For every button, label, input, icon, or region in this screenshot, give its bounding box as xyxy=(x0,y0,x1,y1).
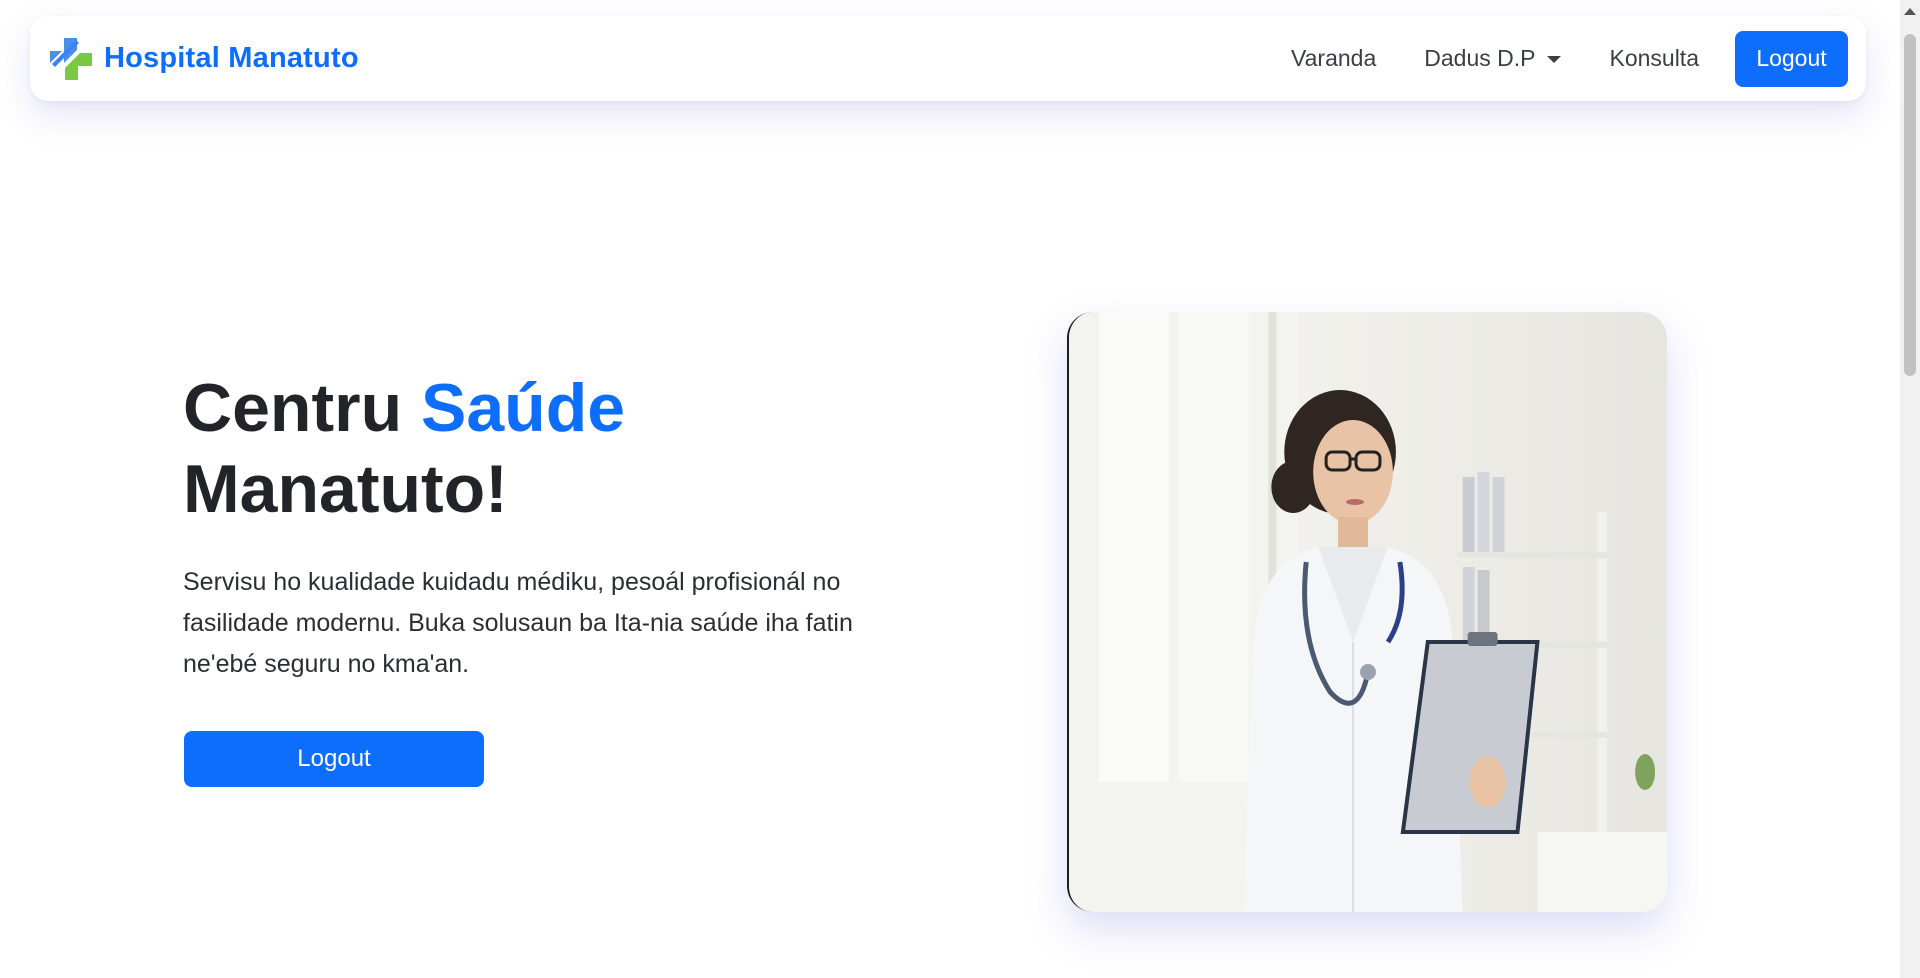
hero-title: Centru Saúde Manatuto! xyxy=(183,368,625,530)
hero-title-part2: Manatuto! xyxy=(183,451,508,527)
nav-dropdown-label: Dadus D.P xyxy=(1424,45,1536,71)
scroll-up-arrow-icon[interactable] xyxy=(1904,8,1916,15)
hero-title-part1: Centru xyxy=(183,370,421,446)
nav-logout-button[interactable]: Logout xyxy=(1735,30,1848,87)
nav-link-konsulta[interactable]: Konsulta xyxy=(1609,45,1699,72)
navbar: Hospital Manatuto Varanda Dadus D.P Kons… xyxy=(30,16,1866,101)
doctor-illustration xyxy=(1069,312,1667,912)
page-scrollbar[interactable] xyxy=(1900,0,1920,978)
scroll-thumb[interactable] xyxy=(1904,34,1916,376)
brand-link[interactable]: Hospital Manatuto xyxy=(48,36,359,82)
nav-dropdown-dadus-dp[interactable]: Dadus D.P xyxy=(1424,45,1562,72)
caret-down-icon xyxy=(1547,56,1562,63)
nav-link-varanda[interactable]: Varanda xyxy=(1291,45,1376,72)
medical-cross-logo-icon xyxy=(50,37,92,80)
doctor-photo xyxy=(1067,312,1667,912)
hero-description: Servisu ho kualidade kuidadu médiku, pes… xyxy=(183,568,853,678)
nav-links: Varanda Dadus D.P Konsulta Logout xyxy=(1291,30,1848,87)
hero-title-accent: Saúde xyxy=(421,370,626,446)
brand-name: Hospital Manatuto xyxy=(104,42,359,74)
hero-logout-button[interactable]: Logout xyxy=(184,731,484,787)
